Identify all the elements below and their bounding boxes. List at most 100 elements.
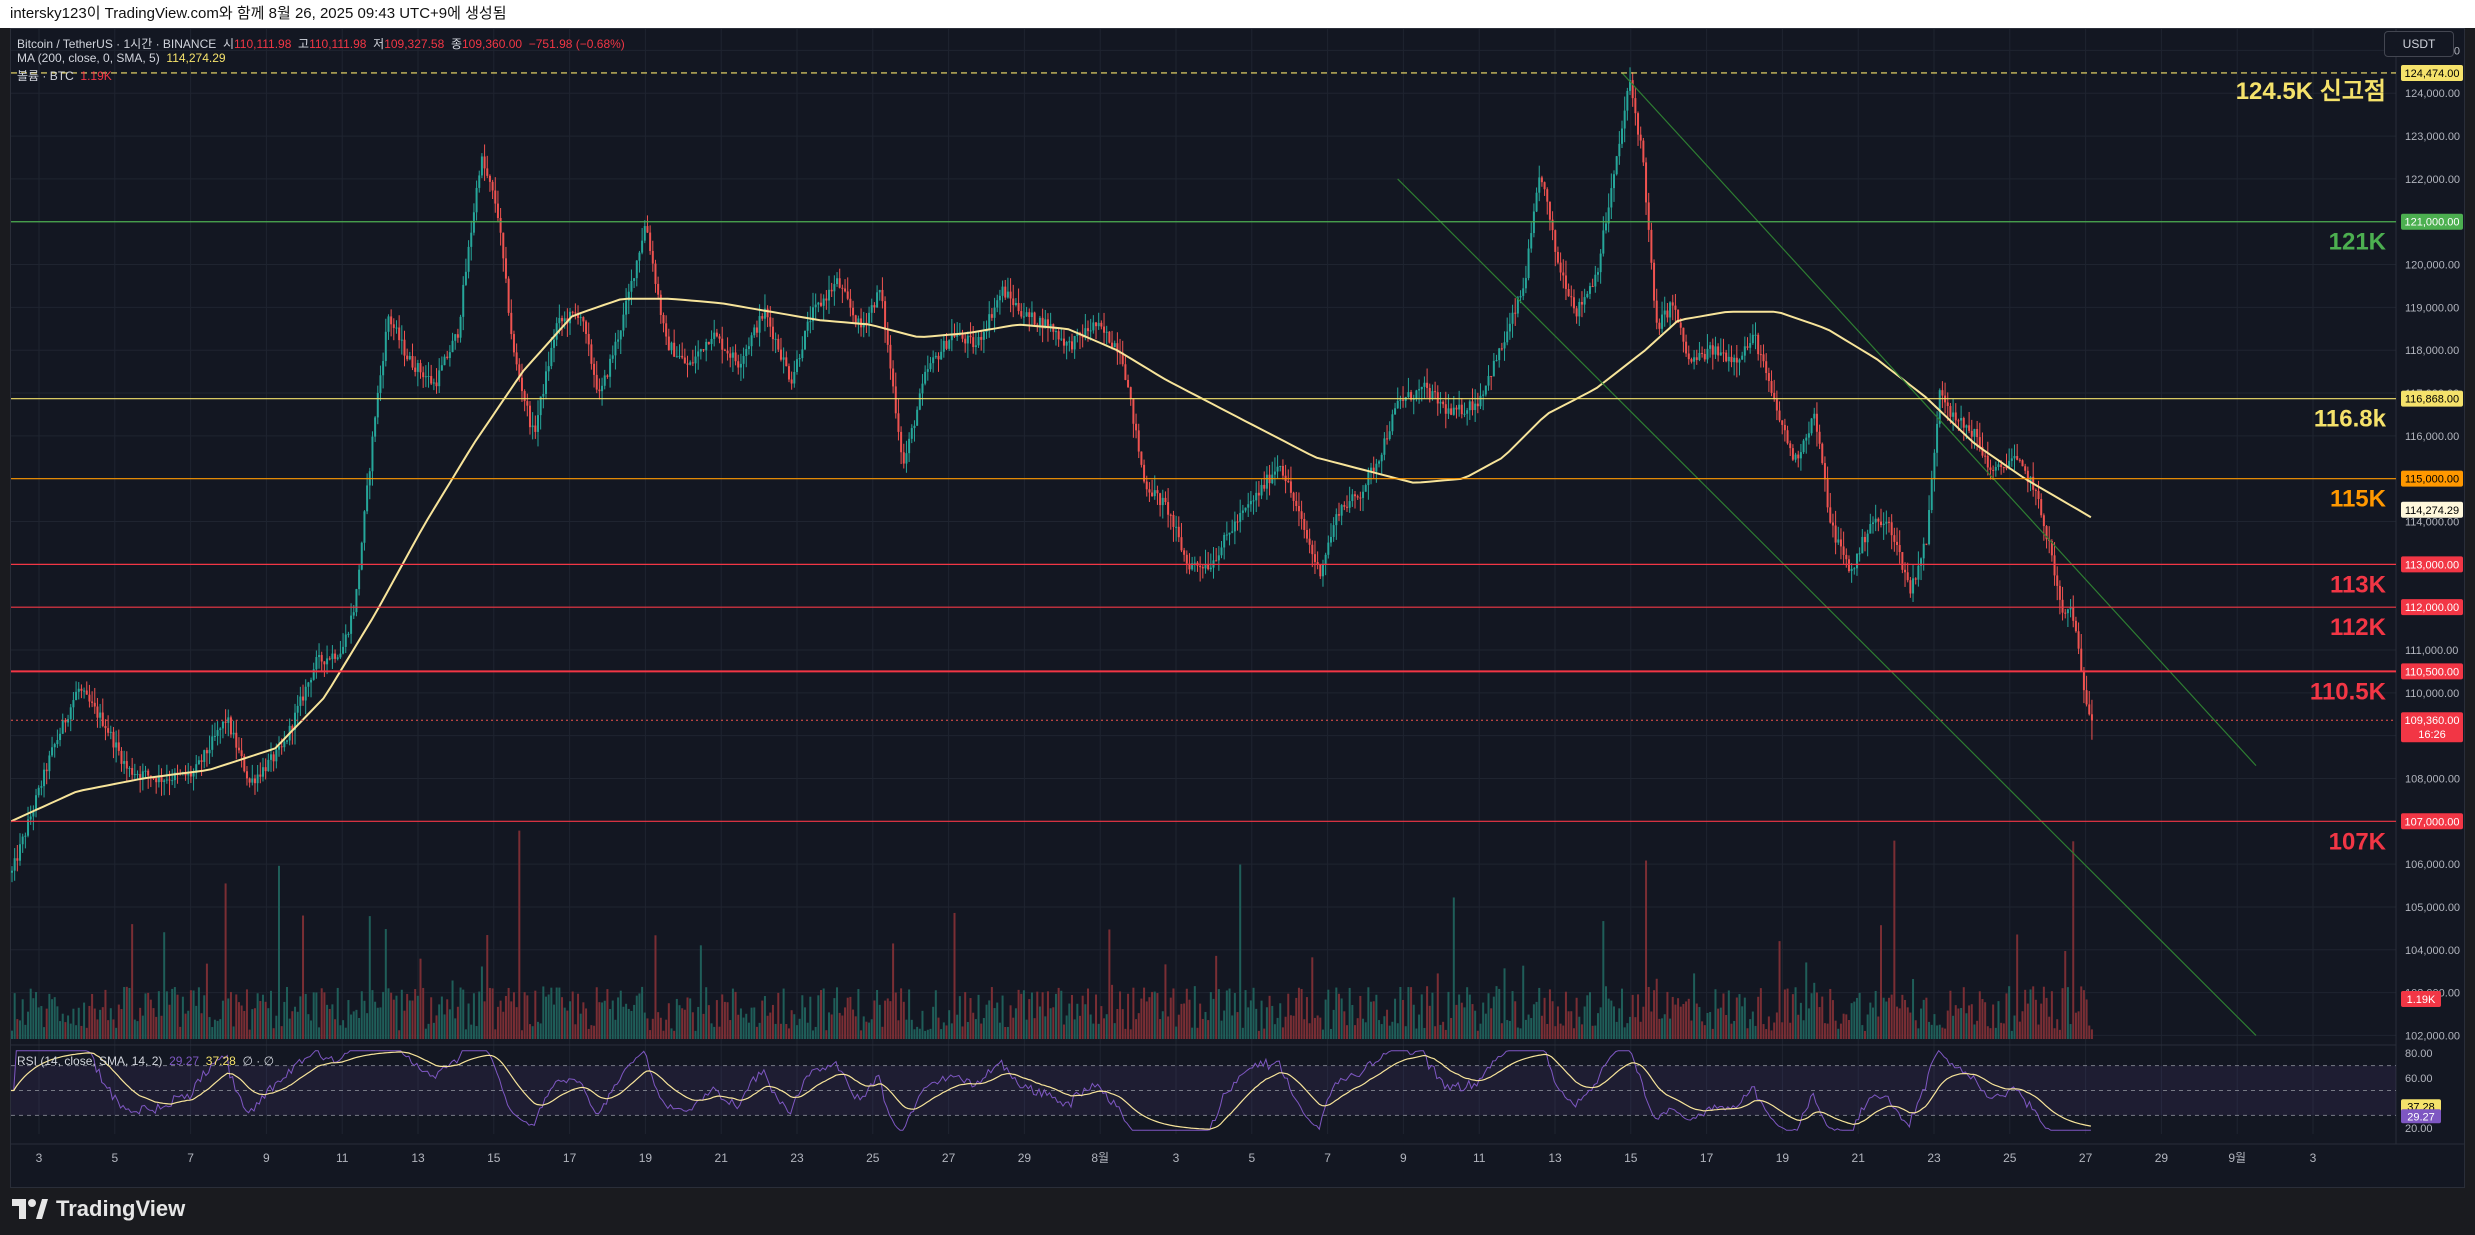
volume-bar (1313, 1017, 1316, 1039)
candle-body (2042, 515, 2045, 527)
volume-bar (1786, 988, 1789, 1039)
volume-bar (1316, 1015, 1319, 1039)
volume-bar (1087, 988, 1090, 1039)
volume-bar (88, 1005, 91, 1039)
candle-body (1175, 526, 1178, 528)
candle-body (873, 305, 876, 308)
candle-body (547, 366, 550, 372)
chart-frame[interactable]: 102,000.00103,000.00104,000.00105,000.00… (10, 28, 2465, 1188)
candle-body (1556, 251, 1559, 263)
symbol-name[interactable]: Bitcoin / TetherUS · 1시간 · BINANCE (17, 37, 216, 51)
volume-bar (942, 1022, 945, 1039)
tradingview-logo-icon (12, 1199, 48, 1219)
volume-bar (1503, 968, 1506, 1039)
y-tick-label: 119,000.00 (2405, 302, 2459, 314)
volume-bar (654, 935, 657, 1039)
volume-bar (926, 1029, 929, 1039)
volume-bar (889, 1001, 892, 1039)
volume-bar (828, 1012, 831, 1039)
open-label: 시 (222, 37, 234, 51)
volume-bar (1044, 1016, 1047, 1039)
candle-body (1249, 501, 1252, 505)
x-tick-label: 23 (790, 1151, 804, 1165)
candle-body (1001, 286, 1004, 296)
volume-bar (1896, 1006, 1899, 1039)
candle-body (595, 374, 598, 390)
candle-body (37, 787, 40, 796)
candle-body (742, 356, 745, 364)
volume-bar (1172, 988, 1175, 1039)
volume-bar (1677, 998, 1680, 1039)
volume-bar (547, 994, 550, 1039)
volume-bar (1180, 1003, 1183, 1039)
volume-bar (2088, 1025, 2091, 1039)
candle-body (1498, 348, 1501, 361)
candle-body (790, 379, 793, 384)
volume-bar (459, 987, 462, 1039)
header-title: intersky123이 TradingView.com와 함께 8월 26, … (10, 5, 507, 22)
volume-bar (1327, 989, 1330, 1039)
volume-bar (686, 997, 689, 1039)
candle-body (908, 438, 911, 454)
candle-body (993, 307, 996, 318)
volume-bar (272, 1028, 275, 1039)
volume-bar (1036, 991, 1039, 1039)
currency-button[interactable]: USDT (2384, 31, 2454, 57)
volume-bar (224, 883, 227, 1039)
candle-body (1965, 425, 1968, 428)
volume-bar (734, 991, 737, 1039)
volume-bar (478, 991, 481, 1039)
candle-body (1586, 293, 1589, 298)
candle-body (2010, 458, 2013, 461)
candle-body (430, 376, 433, 384)
volume-bar (398, 1030, 401, 1039)
candle-body (1161, 497, 1164, 506)
candle-body (1057, 331, 1060, 340)
volume-bar (948, 1010, 951, 1039)
volume-bar (123, 987, 126, 1039)
volume-bar (1402, 999, 1405, 1039)
candle-body (1543, 182, 1546, 190)
candle-body (651, 250, 654, 264)
rsi-legend[interactable]: RSI (14, close, SMA, 14, 2) 29.27 37.28 … (17, 1054, 274, 1068)
volume-bar (761, 1000, 764, 1039)
volume-bar (1519, 1028, 1522, 1039)
volume-bar (1949, 990, 1952, 1039)
candle-body (638, 252, 641, 261)
volume-bar (966, 1022, 969, 1039)
volume-bar (1452, 897, 1455, 1039)
volume-bar (937, 1017, 940, 1039)
volume-bar (841, 1015, 844, 1039)
candle-body (1925, 543, 1928, 545)
candle-body (1570, 296, 1573, 298)
candle-body (590, 344, 593, 364)
tradingview-logo[interactable]: TradingView (12, 1196, 185, 1222)
candle-body (1730, 356, 1733, 363)
volume-bar (633, 1004, 636, 1039)
volume-bar (892, 943, 895, 1039)
candle-body (900, 431, 903, 453)
volume-bar (1070, 994, 1073, 1039)
volume-bar (494, 1029, 497, 1039)
candle-body (1554, 230, 1557, 252)
volume-bar (1354, 1025, 1357, 1039)
volume-bar (1049, 1008, 1052, 1039)
volume-bar (438, 1004, 441, 1039)
volume-legend[interactable]: 볼륨 · BTC 1.19K (17, 67, 112, 84)
candle-body (988, 314, 991, 330)
ma-legend[interactable]: MA (200, close, 0, SMA, 5) 114,274.29 (17, 51, 226, 65)
volume-bar (1380, 1024, 1383, 1039)
candle-body (1540, 177, 1543, 183)
change-value: −751.98 (−0.68%) (528, 37, 625, 51)
volume-bar (240, 1005, 243, 1039)
volume-bar (179, 1026, 182, 1039)
candle-body (964, 338, 967, 344)
candle-body (990, 314, 993, 318)
volume-bar (609, 1009, 612, 1039)
x-tick-label: 29 (1018, 1151, 1032, 1165)
candle-body (1500, 348, 1503, 350)
volume-bar (2034, 999, 2037, 1039)
price-chart[interactable]: 102,000.00103,000.00104,000.00105,000.00… (11, 29, 2465, 1188)
candle-body (1324, 554, 1327, 565)
candle-body (1930, 479, 1933, 511)
